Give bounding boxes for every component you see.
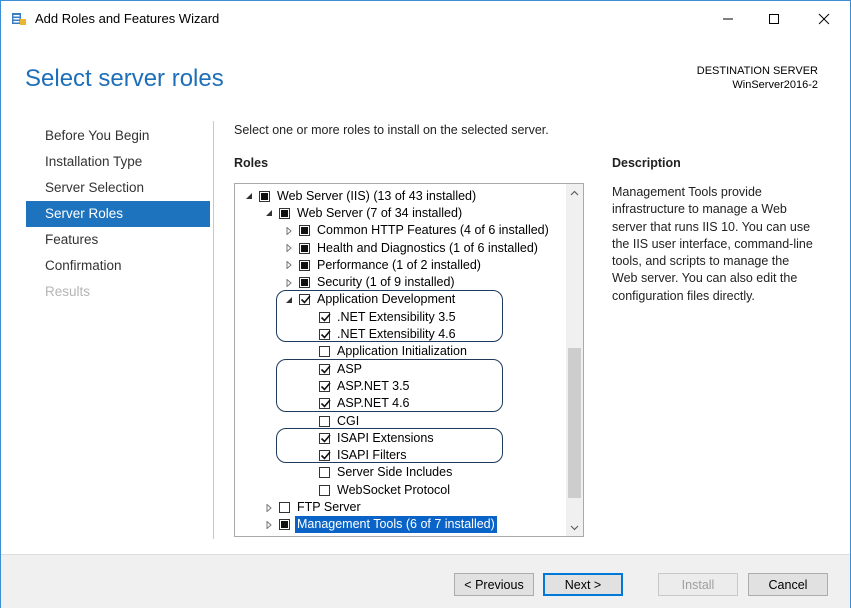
destination-server-label: DESTINATION SERVER <box>696 65 818 77</box>
role-label: Health and Diagnostics (1 of 6 installed… <box>317 240 538 255</box>
close-button[interactable] <box>801 1 847 37</box>
role-checkbox[interactable] <box>319 467 330 479</box>
role-label: Web Server (IIS) (13 of 43 installed) <box>277 188 477 203</box>
chevron-down-icon <box>570 525 579 530</box>
nav-item-results: Results <box>45 284 91 299</box>
role-checkbox[interactable] <box>319 346 330 358</box>
description-heading: Description <box>612 156 681 170</box>
collapsed-arrow-icon[interactable] <box>283 242 295 254</box>
collapsed-arrow-icon[interactable] <box>283 225 295 237</box>
collapsed-arrow-icon[interactable] <box>263 502 275 514</box>
tree-row[interactable]: Web Server (7 of 34 installed) <box>263 205 462 222</box>
role-label: Common HTTP Features (4 of 6 installed) <box>317 223 549 238</box>
role-label: CGI <box>337 413 360 428</box>
window-title: Add Roles and Features Wizard <box>35 11 220 26</box>
tree-row[interactable]: Web Server (IIS) (13 of 43 installed) <box>243 188 476 205</box>
chevron-up-icon <box>570 190 579 195</box>
nav-item-features[interactable]: Features <box>26 227 210 253</box>
collapsed-arrow-icon[interactable] <box>283 277 295 289</box>
role-label: WebSocket Protocol <box>337 482 451 497</box>
tree-row[interactable]: Health and Diagnostics (1 of 6 installed… <box>283 239 538 256</box>
tree-row[interactable]: FTP Server <box>263 499 361 516</box>
minimize-icon <box>723 18 733 20</box>
expanded-arrow-icon[interactable] <box>263 207 275 219</box>
role-label: Performance (1 of 2 installed) <box>317 257 481 272</box>
nav-item-server-selection[interactable]: Server Selection <box>26 175 210 201</box>
nav-item-confirmation[interactable]: Confirmation <box>26 253 210 279</box>
minimize-button[interactable] <box>705 1 751 37</box>
nav-item-server-roles[interactable]: Server Roles <box>26 201 210 227</box>
description-text: Management Tools provide infrastructure … <box>612 185 813 303</box>
nav-item-before-you-begin[interactable]: Before You Begin <box>26 123 210 149</box>
install-button: Install <box>658 573 738 596</box>
wizard-footer: < Previous Next > Install Cancel <box>1 554 850 608</box>
maximize-icon <box>769 14 779 24</box>
tree-row[interactable]: Server Side Includes <box>303 464 452 481</box>
tree-row[interactable]: Application Initialization <box>303 343 467 360</box>
role-checkbox[interactable] <box>299 242 310 254</box>
role-label: Management Tools (6 of 7 installed) <box>295 516 497 534</box>
role-checkbox[interactable] <box>319 415 330 427</box>
destination-server-name: WinServer2016-2 <box>732 79 818 91</box>
roles-heading: Roles <box>234 156 269 170</box>
role-label: Server Side Includes <box>337 465 453 480</box>
collapsed-arrow-icon[interactable] <box>263 519 275 531</box>
annotation-box-asp <box>276 359 503 412</box>
instruction-text: Select one or more roles to install on t… <box>234 123 549 137</box>
expanded-arrow-icon[interactable] <box>243 190 255 202</box>
annotation-box-app-dev <box>276 290 503 342</box>
role-checkbox[interactable] <box>299 225 310 237</box>
role-checkbox[interactable] <box>279 502 290 514</box>
wizard-nav: Before You Begin Installation Type Serve… <box>26 123 210 305</box>
role-checkbox[interactable] <box>299 277 310 289</box>
nav-divider <box>213 121 214 539</box>
page-title: Select server roles <box>25 65 224 92</box>
wizard-window: Add Roles and Features Wizard Select ser… <box>0 0 851 608</box>
maximize-button[interactable] <box>751 1 797 37</box>
tree-row[interactable]: Common HTTP Features (4 of 6 installed) <box>283 222 549 239</box>
role-label: Application Initialization <box>337 344 467 359</box>
close-icon <box>818 13 830 25</box>
role-label: FTP Server <box>297 500 361 515</box>
previous-button[interactable]: < Previous <box>454 573 534 596</box>
next-button[interactable]: Next > <box>543 573 623 596</box>
role-checkbox[interactable] <box>319 484 330 496</box>
scroll-thumb[interactable] <box>568 348 581 498</box>
title-bar[interactable]: Add Roles and Features Wizard <box>1 1 850 37</box>
scroll-up-button[interactable] <box>566 184 583 201</box>
role-checkbox[interactable] <box>279 207 290 219</box>
tree-row[interactable]: Security (1 of 9 installed) <box>283 274 455 291</box>
role-label: Security (1 of 9 installed) <box>317 275 455 290</box>
annotation-box-isapi <box>276 428 503 463</box>
role-checkbox[interactable] <box>279 519 290 531</box>
roles-scrollbar[interactable] <box>566 184 583 536</box>
role-checkbox[interactable] <box>299 259 310 271</box>
tree-row[interactable]: Management Tools (6 of 7 installed) <box>263 516 497 534</box>
tree-row[interactable]: WebSocket Protocol <box>303 482 450 499</box>
scroll-down-button[interactable] <box>566 519 583 536</box>
role-label: Web Server (7 of 34 installed) <box>297 205 463 220</box>
collapsed-arrow-icon[interactable] <box>283 259 295 271</box>
nav-item-installation-type[interactable]: Installation Type <box>26 149 210 175</box>
role-checkbox[interactable] <box>259 190 270 202</box>
cancel-button[interactable]: Cancel <box>748 573 828 596</box>
tree-row[interactable]: Performance (1 of 2 installed) <box>283 257 481 274</box>
server-manager-icon <box>11 11 27 27</box>
